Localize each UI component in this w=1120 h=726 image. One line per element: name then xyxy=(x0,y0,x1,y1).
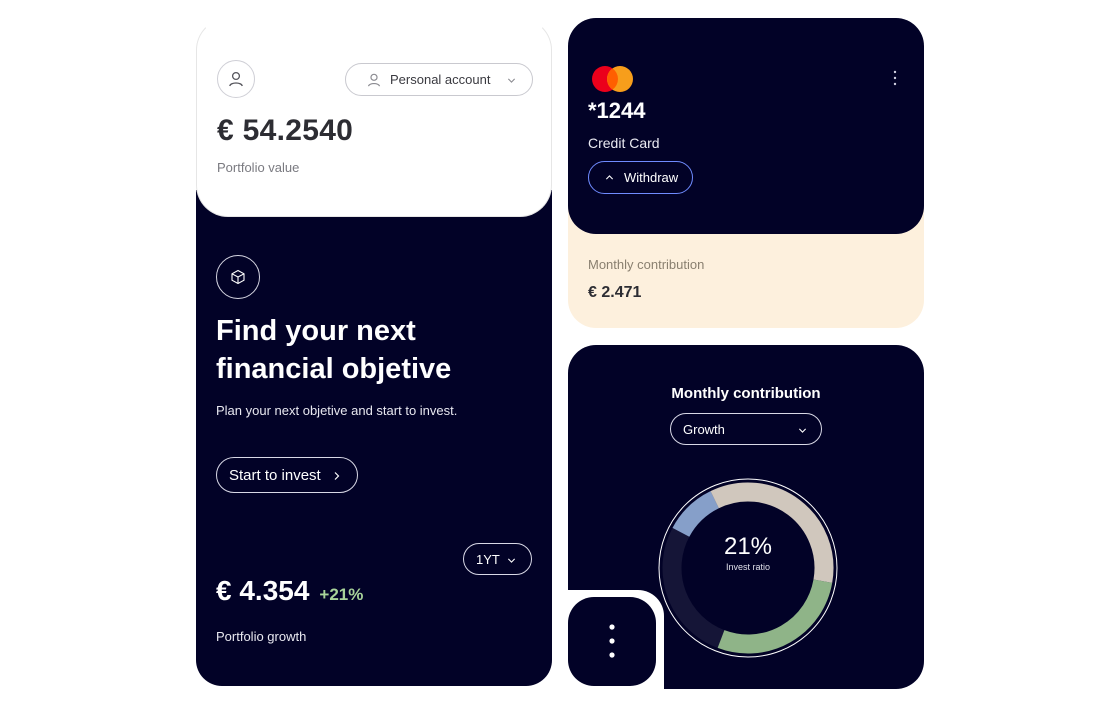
withdraw-button[interactable]: Withdraw xyxy=(588,161,693,194)
donut-center-label: Invest ratio xyxy=(725,562,771,572)
start-to-invest-button[interactable]: Start to invest xyxy=(216,457,358,493)
user-icon xyxy=(367,73,381,86)
portfolio-growth-change: +21% xyxy=(319,585,364,604)
chevron-right-icon xyxy=(334,472,340,480)
monthly-contribution-label: Monthly contribution xyxy=(588,257,705,272)
account-selector-label: Personal account xyxy=(390,72,491,87)
credit-card-panel: *1244 Credit Card Withdraw xyxy=(568,18,924,234)
chevron-down-icon xyxy=(507,558,516,563)
user-icon xyxy=(229,71,243,87)
monthly-contribution-value: € 2.471 xyxy=(588,284,642,301)
chart-title: Monthly contribution xyxy=(671,385,821,402)
chart-type-select-value: Growth xyxy=(683,421,725,437)
start-to-invest-label: Start to invest xyxy=(229,466,321,484)
donut-center-value: 21% xyxy=(723,533,773,560)
portfolio-growth-label: Portfolio growth xyxy=(216,629,307,644)
portfolio-value-label: Portfolio value xyxy=(217,160,300,175)
account-selector[interactable]: Personal account xyxy=(345,63,533,96)
mastercard-logo xyxy=(592,66,633,92)
chevron-up-icon xyxy=(605,175,614,180)
portfolio-value: € 54.2540 xyxy=(217,114,354,147)
more-menu-button[interactable] xyxy=(568,597,656,686)
objective-title-line-1: Find your next xyxy=(216,315,416,347)
portfolio-card: Personal account € 54.2540 Portfolio val… xyxy=(196,18,552,217)
objective-icon-badge xyxy=(216,255,260,299)
card-type: Credit Card xyxy=(588,135,660,151)
cube-icon xyxy=(231,269,245,285)
profile-button[interactable] xyxy=(217,60,255,98)
period-selector-label: 1YT xyxy=(476,551,500,567)
period-selector[interactable]: 1YT xyxy=(463,543,532,575)
objective-subtitle: Plan your next objetive and start to inv… xyxy=(216,403,458,418)
portfolio-growth-value: € 4.354 xyxy=(216,575,310,606)
chart-type-select[interactable]: Growth xyxy=(670,413,822,445)
card-number: *1244 xyxy=(588,98,646,123)
withdraw-label: Withdraw xyxy=(624,170,679,185)
chevron-down-icon xyxy=(507,78,516,83)
chevron-down-icon xyxy=(798,428,807,433)
more-vertical-icon xyxy=(609,624,615,658)
portfolio-growth-row: € 4.354 +21% xyxy=(216,575,363,607)
objective-title-line-2: financial objetive xyxy=(216,353,452,385)
more-vertical-icon[interactable] xyxy=(893,70,897,86)
